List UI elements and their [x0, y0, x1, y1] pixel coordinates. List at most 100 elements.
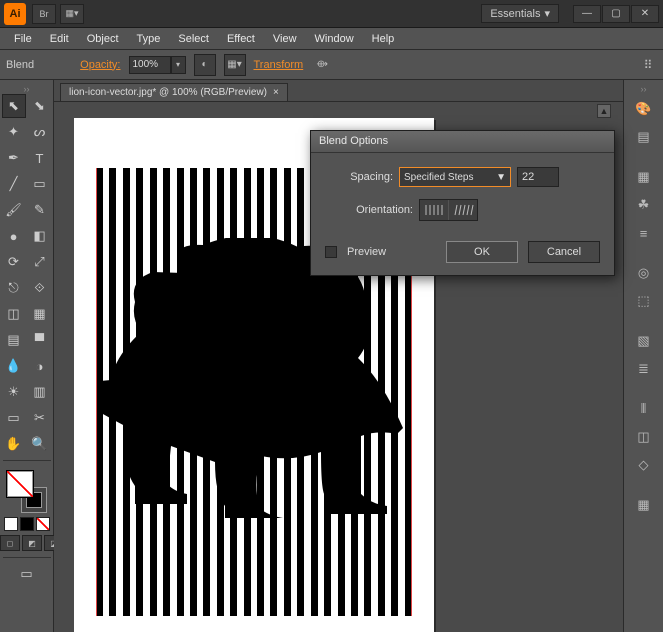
spacing-dropdown[interactable]: Specified Steps ▼	[399, 167, 511, 187]
layers-panel-icon[interactable]: ≣	[630, 356, 658, 382]
magic-wand-tool[interactable]: ✦	[2, 120, 26, 144]
appearance-panel-icon[interactable]: ◎	[630, 260, 658, 286]
artboard-tool[interactable]: ▭	[2, 406, 26, 430]
color-mode-none[interactable]	[36, 517, 50, 531]
slice-tool[interactable]: ✂	[28, 406, 52, 430]
menu-edit[interactable]: Edit	[42, 30, 77, 48]
perspective-grid-tool[interactable]: ▦	[28, 302, 52, 326]
color-mode-gradient[interactable]	[20, 517, 34, 531]
document-tab-strip: lion-icon-vector.jpg* @ 100% (RGB/Previe…	[54, 80, 623, 102]
chevron-down-icon: ▾	[544, 7, 550, 20]
zoom-tool[interactable]: 🔍	[28, 432, 52, 456]
title-bar: Ai Br ▦▾ Essentials ▾ — ▢ ✕	[0, 0, 663, 28]
menu-type[interactable]: Type	[129, 30, 169, 48]
color-panel-icon[interactable]: 🎨	[630, 96, 658, 122]
transform-panel-icon[interactable]: ◇	[630, 452, 658, 478]
shape-builder-tool[interactable]: ◫	[2, 302, 26, 326]
blend-tool[interactable]: ◑	[28, 354, 52, 378]
document-tab-title: lion-icon-vector.jpg* @ 100% (RGB/Previe…	[69, 87, 267, 98]
actions-panel-icon[interactable]: ▦	[630, 492, 658, 518]
menu-effect[interactable]: Effect	[219, 30, 263, 48]
type-tool[interactable]: T	[28, 146, 52, 170]
swatches-panel-icon[interactable]: ▤	[630, 124, 658, 150]
hand-tool[interactable]: ✋	[2, 432, 26, 456]
bridge-button[interactable]: Br	[32, 4, 56, 24]
symbol-sprayer-tool[interactable]: ☀	[2, 380, 26, 404]
menu-select[interactable]: Select	[170, 30, 217, 48]
eraser-tool[interactable]: ◧	[28, 224, 52, 248]
spacing-dropdown-value: Specified Steps	[404, 172, 474, 183]
eyedropper-tool[interactable]: 💧	[2, 354, 26, 378]
lasso-tool[interactable]: ᔕ	[28, 120, 52, 144]
line-tool[interactable]: ╱	[2, 172, 26, 196]
cancel-button[interactable]: Cancel	[528, 241, 600, 263]
dialog-title[interactable]: Blend Options	[311, 131, 614, 153]
opacity-label[interactable]: Opacity:	[80, 59, 120, 71]
align-panel-icon[interactable]: ⫴	[630, 396, 658, 422]
right-panel-dock: ›› 🎨 ▤ ▦ ☘ ≡ ◎ ⬚ ▧ ≣ ⫴ ◫ ◇ ▦	[623, 80, 663, 632]
draw-normal-button[interactable]: ◻	[0, 535, 20, 551]
orientation-align-to-path-button[interactable]	[449, 200, 477, 220]
color-mode-color[interactable]	[4, 517, 18, 531]
workspace-switcher[interactable]: Essentials ▾	[481, 4, 559, 23]
pencil-tool[interactable]: ✎	[28, 198, 52, 222]
preview-label: Preview	[347, 246, 386, 258]
menu-file[interactable]: File	[6, 30, 40, 48]
menu-view[interactable]: View	[265, 30, 305, 48]
stroke-panel-icon[interactable]: ≡	[630, 220, 658, 246]
blob-brush-tool[interactable]: ●	[2, 224, 26, 248]
close-button[interactable]: ✕	[631, 5, 659, 23]
control-bar-menu-icon[interactable]: ⠿	[639, 56, 657, 74]
chevron-down-icon: ▼	[496, 172, 506, 183]
symbols-panel-icon[interactable]: ☘	[630, 192, 658, 218]
scale-tool[interactable]: ⤢	[28, 250, 52, 274]
isolate-button[interactable]: ⟴	[311, 54, 333, 76]
blend-options-dialog: Blend Options Spacing: Specified Steps ▼…	[310, 130, 615, 276]
recolor-art-button[interactable]: ◐	[194, 54, 216, 76]
align-button[interactable]: ▦▾	[224, 54, 246, 76]
graphic-styles-panel-icon[interactable]: ⬚	[630, 288, 658, 314]
orientation-align-to-page-button[interactable]	[420, 200, 448, 220]
menu-help[interactable]: Help	[364, 30, 403, 48]
opacity-dropdown-icon[interactable]: ▾	[171, 56, 186, 74]
transparency-panel-icon[interactable]: ▧	[630, 328, 658, 354]
screen-mode-button[interactable]: ▭	[15, 562, 39, 586]
blend-source-line-left[interactable]	[96, 168, 97, 616]
ok-button[interactable]: OK	[446, 241, 518, 263]
draw-behind-button[interactable]: ◩	[22, 535, 42, 551]
menu-object[interactable]: Object	[79, 30, 127, 48]
control-bar: Blend Opacity: ▾ ◐ ▦▾ Transform ⟴ ⠿	[0, 50, 663, 80]
minimize-button[interactable]: —	[573, 5, 601, 23]
direct-selection-tool[interactable]: ⬊	[28, 94, 52, 118]
fill-swatch[interactable]	[7, 471, 33, 497]
column-graph-tool[interactable]: ▥	[28, 380, 52, 404]
fill-stroke-swatches[interactable]	[7, 471, 47, 513]
maximize-button[interactable]: ▢	[602, 5, 630, 23]
app-icon: Ai	[4, 3, 26, 25]
opacity-input[interactable]	[129, 56, 171, 74]
selection-tool[interactable]: ⬉	[2, 94, 26, 118]
menu-window[interactable]: Window	[307, 30, 362, 48]
spacing-label: Spacing:	[325, 171, 393, 183]
arrange-docs-button[interactable]: ▦▾	[60, 4, 84, 24]
menu-bar: File Edit Object Type Select Effect View…	[0, 28, 663, 50]
scroll-up-button[interactable]: ▲	[597, 104, 611, 118]
workspace-label: Essentials	[490, 8, 540, 20]
preview-checkbox[interactable]	[325, 246, 337, 258]
document-tab[interactable]: lion-icon-vector.jpg* @ 100% (RGB/Previe…	[60, 83, 288, 101]
rectangle-tool[interactable]: ▭	[28, 172, 52, 196]
width-tool[interactable]: ⎋	[2, 276, 26, 300]
active-tool-label: Blend	[6, 59, 34, 71]
close-tab-icon[interactable]: ×	[273, 87, 279, 98]
brushes-panel-icon[interactable]: ▦	[630, 164, 658, 190]
spacing-steps-input[interactable]	[517, 167, 559, 187]
pen-tool[interactable]: ✒	[2, 146, 26, 170]
transform-link[interactable]: Transform	[254, 59, 304, 71]
pathfinder-panel-icon[interactable]: ◫	[630, 424, 658, 450]
mesh-tool[interactable]: ▤	[2, 328, 26, 352]
paintbrush-tool[interactable]: 🖌	[2, 198, 26, 222]
gradient-tool[interactable]: ▀	[28, 328, 52, 352]
rotate-tool[interactable]: ⟳	[2, 250, 26, 274]
toolbox: ›› ⬉ ⬊ ✦ ᔕ ✒ T ╱ ▭ 🖌 ✎ ● ◧ ⟳ ⤢ ⎋ ⟐ ◫ ▦ ▤…	[0, 80, 54, 632]
free-transform-tool[interactable]: ⟐	[28, 276, 52, 300]
